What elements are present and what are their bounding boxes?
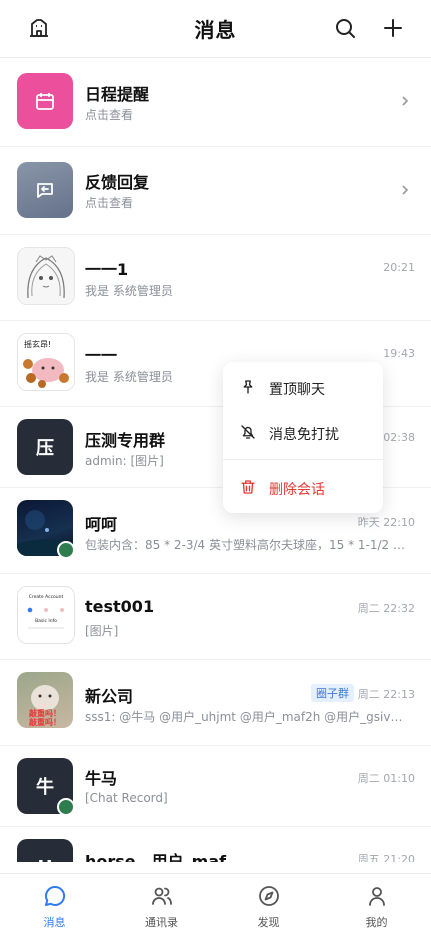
list-item[interactable]: H horse，用户_maf 周五 21:20 (0, 827, 431, 862)
tab-messages[interactable]: 消息 (1, 874, 108, 933)
cat-photo: 敲重吗！ 敲重吗！ (29, 685, 61, 727)
online-status-dot (57, 798, 75, 816)
tab-profile[interactable]: 我的 (323, 874, 430, 933)
timestamp: 02:38 (383, 431, 415, 444)
conversation-name: test001 (85, 597, 155, 616)
calendar-icon (17, 73, 73, 129)
list-item[interactable]: 反馈回复 点击查看 (0, 147, 431, 235)
menu-item-label: 置顶聊天 (269, 382, 325, 398)
contacts-icon (152, 887, 172, 905)
chat-bubble-icon (45, 885, 66, 906)
avatar-letter: H (37, 857, 52, 863)
menu-divider (223, 459, 383, 460)
avatar-letter: 压 (36, 438, 54, 459)
tab-label: 我的 (365, 916, 388, 929)
plus-icon[interactable] (381, 16, 405, 40)
pin-chat-menu-item[interactable]: 置顶聊天 (223, 366, 383, 410)
pin-icon (243, 380, 253, 394)
tab-label: 发现 (257, 916, 280, 929)
bottom-tab-bar: 消息 通讯录 发现 我的 (0, 873, 431, 933)
conversation-preview: 点击查看 (85, 196, 134, 210)
chevron-right-icon (402, 96, 409, 106)
list-item[interactable]: Create Account Basic Info test001 [图片] 周… (0, 574, 431, 660)
list-item[interactable]: 牛 牛马 [Chat Record] 周二 01:10 (0, 746, 431, 827)
list-item[interactable]: 日程提醒 点击查看 (0, 58, 431, 147)
sticker-image: 摇玄昂! (18, 334, 74, 390)
person-icon (369, 887, 385, 906)
list-item[interactable]: 敲重吗！ 敲重吗！ 新公司 圈子群 sss1: @牛马 @用户_uhjmt @用… (0, 660, 431, 746)
timestamp: 19:43 (383, 347, 415, 360)
online-status-dot (57, 541, 75, 559)
conversation-preview: sss1: @牛马 @用户_uhjmt @用户_maf2h @用户_gsiv5 … (85, 710, 407, 724)
conversation-name: 牛马 (85, 769, 118, 788)
timestamp: 周二 01:10 (357, 772, 415, 785)
conversation-preview: [Chat Record] (85, 791, 168, 805)
sticker-text: 摇玄昂! (24, 339, 51, 349)
tab-discover[interactable]: 发现 (215, 874, 322, 933)
timestamp: 周五 21:20 (357, 853, 415, 862)
delete-conversation-menu-item[interactable]: 删除会话 (223, 466, 383, 510)
compass-icon (259, 886, 279, 906)
screenshot-text: Basic Info (35, 618, 57, 624)
sticker-text: 敲重吗！ (29, 717, 61, 727)
timestamp: 昨天 22:10 (357, 516, 415, 529)
avatar: 敲重吗！ 敲重吗！ (17, 672, 73, 728)
page-title: 消息 (194, 18, 237, 42)
screenshot-text: Create Account (29, 594, 64, 600)
conversation-name: 呵呵 (85, 515, 118, 534)
anime-girl-sketch (18, 248, 74, 304)
timestamp: 20:21 (383, 261, 415, 274)
conversation-name: 反馈回复 (85, 173, 150, 192)
avatar: 压 (17, 419, 73, 475)
screenshot-image: Create Account Basic Info (18, 587, 74, 643)
menu-item-label: 消息免打扰 (269, 427, 339, 443)
conversation-name: 一一 (85, 346, 118, 365)
conversation-name: 新公司 (85, 687, 134, 706)
list-item[interactable]: 一一1 我是 系统管理员 20:21 (0, 235, 431, 321)
conversation-name: 日程提醒 (85, 85, 150, 104)
avatar: Create Account Basic Info (17, 586, 75, 644)
conversation-preview: 包装内含：85 * 2-3/4 英寸塑料高尔夫球座，15 * 1-1/2 英..… (85, 538, 407, 552)
chevron-right-icon (402, 185, 409, 195)
timestamp: 周二 22:32 (357, 602, 415, 615)
avatar-letter: 牛 (36, 777, 54, 798)
conversation-preview: 点击查看 (85, 108, 134, 122)
conversation-name: 压测专用群 (85, 431, 166, 450)
avatar: 摇玄昂! (17, 333, 75, 391)
search-icon[interactable] (333, 16, 357, 40)
trash-icon (241, 480, 255, 494)
conversation-name: horse，用户_maf (85, 852, 227, 862)
group-tag: 圈子群 (311, 684, 354, 702)
avatar (17, 247, 75, 305)
conversation-name: 一一1 (85, 260, 129, 279)
reply-icon (17, 162, 73, 218)
sticker-text: 敲重吗！ (29, 708, 61, 718)
menu-item-label: 删除会话 (269, 482, 325, 498)
tab-label: 消息 (43, 916, 66, 929)
tab-label: 通讯录 (145, 916, 178, 929)
context-menu: 置顶聊天 消息免打扰 删除会话 (223, 362, 383, 513)
app-header: 消息 (0, 0, 431, 58)
avatar: H (17, 839, 73, 862)
conversation-preview: [图片] (85, 624, 119, 638)
bell-off-icon (241, 425, 255, 439)
tab-contacts[interactable]: 通讯录 (108, 874, 215, 933)
timestamp: 周二 22:13 (357, 688, 415, 701)
mute-notifications-menu-item[interactable]: 消息免打扰 (223, 411, 383, 455)
conversation-preview: 我是 系统管理员 (85, 284, 173, 298)
